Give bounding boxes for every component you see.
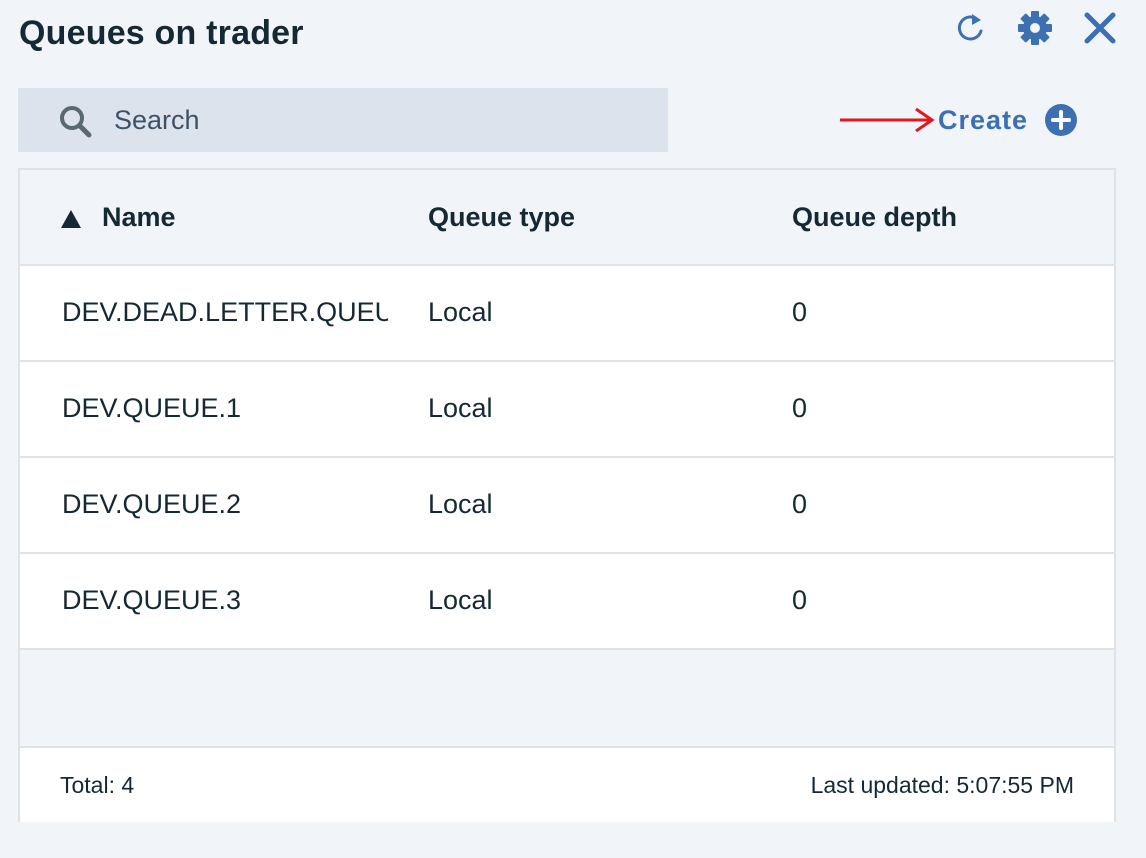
cell-queue-depth: 0 xyxy=(792,393,808,423)
create-button[interactable]: Create xyxy=(938,100,1078,140)
queues-table: Name Queue type Queue depth DEV.DEAD.LET… xyxy=(18,168,1116,822)
last-updated: Last updated: 5:07:55 PM xyxy=(810,772,1074,798)
table-row[interactable]: DEV.DEAD.LETTER.QUEUE Local 0 xyxy=(20,266,1114,362)
cell-queue-type: Local xyxy=(428,585,493,615)
refresh-icon[interactable] xyxy=(953,10,989,46)
queues-widget: Queues on trader Search Create Name Queu… xyxy=(0,0,1146,858)
annotation-arrow-icon xyxy=(840,107,935,133)
table-footer: Total: 4 Last updated: 5:07:55 PM xyxy=(20,748,1114,822)
column-header-queue-type[interactable]: Queue type xyxy=(428,202,575,233)
column-header-queue-depth[interactable]: Queue depth xyxy=(792,202,957,233)
cell-queue-type: Local xyxy=(428,297,493,327)
close-icon[interactable] xyxy=(1082,10,1118,46)
cell-queue-depth: 0 xyxy=(792,489,808,519)
search-input[interactable] xyxy=(114,100,654,140)
search-icon xyxy=(60,106,92,138)
cell-queue-name: DEV.DEAD.LETTER.QUEUE xyxy=(62,297,388,327)
settings-gear-icon[interactable] xyxy=(1017,10,1053,46)
table-row[interactable]: DEV.QUEUE.1 Local 0 xyxy=(20,362,1114,458)
sort-ascending-icon[interactable] xyxy=(60,208,82,230)
add-circle-icon xyxy=(1045,104,1078,136)
column-header-name[interactable]: Name xyxy=(102,202,176,233)
table-header: Name Queue type Queue depth xyxy=(20,170,1114,266)
total-count: Total: 4 xyxy=(60,772,135,798)
table-row[interactable]: DEV.QUEUE.2 Local 0 xyxy=(20,458,1114,554)
table-row[interactable]: DEV.QUEUE.3 Local 0 xyxy=(20,554,1114,650)
search-bar xyxy=(18,88,668,152)
table-empty-area xyxy=(20,650,1114,748)
cell-queue-type: Local xyxy=(428,393,493,423)
widget-title: Queues on trader xyxy=(19,14,304,52)
cell-queue-name: DEV.QUEUE.2 xyxy=(62,489,242,519)
cell-queue-name: DEV.QUEUE.1 xyxy=(62,393,242,423)
cell-queue-depth: 0 xyxy=(792,585,808,615)
create-button-label: Create xyxy=(938,104,1029,135)
cell-queue-depth: 0 xyxy=(792,297,808,327)
cell-queue-type: Local xyxy=(428,489,493,519)
cell-queue-name: DEV.QUEUE.3 xyxy=(62,585,242,615)
